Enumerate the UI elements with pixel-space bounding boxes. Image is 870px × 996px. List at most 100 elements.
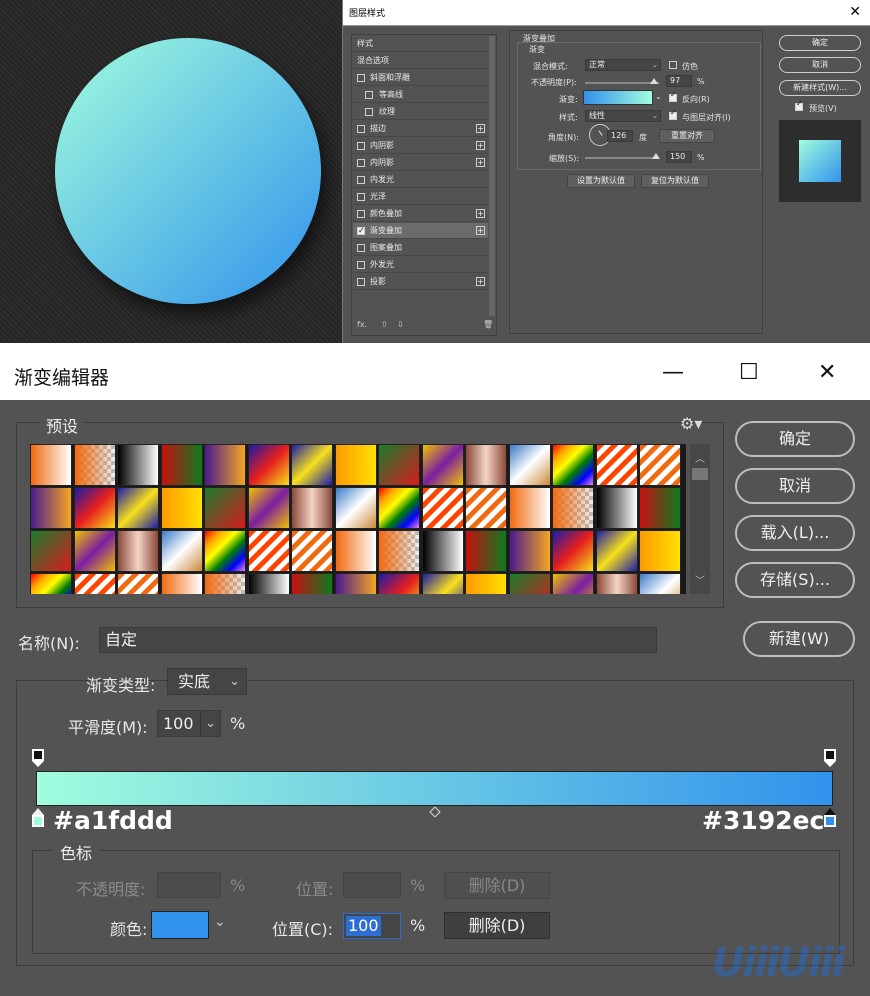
scale-slider[interactable]: [585, 157, 659, 159]
preset-swatch[interactable]: [595, 530, 638, 572]
add-icon[interactable]: +: [476, 124, 485, 133]
preset-swatch[interactable]: [508, 487, 551, 529]
style-checkbox[interactable]: [357, 278, 365, 286]
preset-swatch[interactable]: [465, 573, 507, 594]
chevron-down-icon[interactable]: ﹀: [695, 572, 705, 587]
preset-swatch[interactable]: [508, 530, 551, 572]
preset-swatch[interactable]: [291, 487, 333, 529]
preset-swatch[interactable]: [552, 530, 594, 572]
preset-swatch[interactable]: [30, 530, 72, 572]
gradient-type-select[interactable]: 实底 ⌄: [167, 668, 247, 695]
preset-swatch[interactable]: [291, 444, 333, 486]
preset-swatch[interactable]: [117, 530, 159, 572]
preset-swatch[interactable]: [334, 487, 377, 529]
style-checkbox[interactable]: [357, 261, 365, 269]
opacity-stop-right[interactable]: [824, 749, 836, 767]
style-item[interactable]: 渐变叠加 +: [353, 223, 488, 239]
style-checkbox[interactable]: [357, 210, 365, 218]
preset-swatch[interactable]: [552, 573, 594, 594]
preset-swatch[interactable]: [639, 444, 681, 486]
save-button[interactable]: 存储(S)...: [735, 562, 855, 598]
preset-swatch[interactable]: [73, 487, 116, 529]
preset-swatch[interactable]: [508, 444, 551, 486]
preset-swatch[interactable]: [639, 487, 681, 529]
preset-swatch[interactable]: [204, 530, 246, 572]
preset-swatch[interactable]: [552, 444, 594, 486]
style-item[interactable]: 外发光: [353, 257, 488, 273]
preset-swatch[interactable]: [465, 530, 507, 572]
trash-icon[interactable]: 🗑: [483, 320, 493, 329]
style-item[interactable]: 内阴影 +: [353, 138, 488, 154]
preset-swatch[interactable]: [595, 573, 638, 594]
preset-swatch[interactable]: [639, 573, 681, 594]
preset-swatch[interactable]: [378, 530, 420, 572]
preset-swatch[interactable]: [160, 530, 203, 572]
style-checkbox[interactable]: [357, 244, 365, 252]
style-item[interactable]: 混合选项: [353, 53, 488, 69]
opacity-slider-thumb[interactable]: [650, 78, 658, 84]
opacity-stop-left[interactable]: [32, 749, 44, 767]
preset-swatch[interactable]: [247, 444, 290, 486]
style-item[interactable]: 内发光: [353, 172, 488, 188]
preset-swatch[interactable]: [291, 573, 333, 594]
style-checkbox[interactable]: [357, 193, 365, 201]
delete-color-stop-button[interactable]: 删除(D): [444, 912, 550, 939]
smoothness-input[interactable]: 100 ⌄: [157, 710, 221, 737]
style-item[interactable]: 样式: [353, 36, 488, 52]
preset-swatch[interactable]: [421, 573, 464, 594]
preset-swatch[interactable]: [465, 444, 507, 486]
preset-swatch[interactable]: [595, 487, 638, 529]
style-list-scrollbar[interactable]: [489, 36, 495, 316]
preset-swatch[interactable]: [334, 444, 377, 486]
dither-checkbox[interactable]: [669, 61, 677, 69]
gear-icon[interactable]: ⚙▾: [680, 414, 702, 433]
scale-input[interactable]: 150: [666, 151, 692, 163]
scroll-thumb[interactable]: [692, 468, 708, 480]
preset-swatch[interactable]: [73, 444, 116, 486]
preset-swatch[interactable]: [247, 573, 290, 594]
style-item[interactable]: 等高线: [353, 87, 488, 103]
style-select[interactable]: 线性 ⌄: [585, 110, 661, 122]
scale-slider-thumb[interactable]: [652, 153, 660, 159]
style-item[interactable]: 光泽: [353, 189, 488, 205]
color-stop-left[interactable]: [32, 808, 44, 828]
preset-swatch[interactable]: [639, 530, 681, 572]
preset-swatch[interactable]: [421, 487, 464, 529]
style-checkbox[interactable]: [357, 142, 365, 150]
set-default-button[interactable]: 设置为默认值: [567, 174, 635, 188]
preset-swatch[interactable]: [117, 444, 159, 486]
cancel-button[interactable]: 取消: [735, 468, 855, 504]
style-checkbox[interactable]: [357, 159, 365, 167]
arrow-up-icon[interactable]: ⇧: [381, 320, 388, 329]
color-position-input[interactable]: 100: [343, 913, 401, 939]
style-checkbox[interactable]: [357, 125, 365, 133]
style-item[interactable]: 颜色叠加 +: [353, 206, 488, 222]
maximize-icon[interactable]: ☐: [739, 358, 759, 388]
preset-swatch[interactable]: [30, 487, 72, 529]
close-icon[interactable]: ✕: [849, 4, 861, 20]
gradient-picker[interactable]: [583, 90, 653, 105]
load-button[interactable]: 载入(L)...: [735, 515, 855, 551]
preset-swatch[interactable]: [421, 530, 464, 572]
add-icon[interactable]: +: [476, 158, 485, 167]
chevron-down-icon[interactable]: ⌄: [655, 92, 662, 101]
preset-swatch[interactable]: [204, 573, 246, 594]
preset-swatch[interactable]: [552, 487, 594, 529]
angle-input[interactable]: 126: [607, 130, 633, 142]
add-icon[interactable]: +: [476, 209, 485, 218]
preset-swatch[interactable]: [117, 573, 159, 594]
presets-scrollbar[interactable]: ︿ ﹀: [690, 444, 710, 594]
style-checkbox[interactable]: [365, 108, 373, 116]
style-item[interactable]: 斜面和浮雕: [353, 70, 488, 86]
arrow-down-icon[interactable]: ⇩: [397, 320, 404, 329]
preset-swatch[interactable]: [73, 573, 116, 594]
style-checkbox[interactable]: [365, 91, 373, 99]
preset-swatch[interactable]: [73, 530, 116, 572]
align-with-layer-checkbox[interactable]: [669, 108, 677, 120]
preset-swatch[interactable]: [334, 530, 377, 572]
preset-swatch[interactable]: [378, 444, 420, 486]
color-stop-right[interactable]: [824, 808, 836, 828]
style-item[interactable]: 图案叠加: [353, 240, 488, 256]
stop-color-swatch[interactable]: [151, 911, 209, 939]
ok-button[interactable]: 确定: [735, 421, 855, 457]
